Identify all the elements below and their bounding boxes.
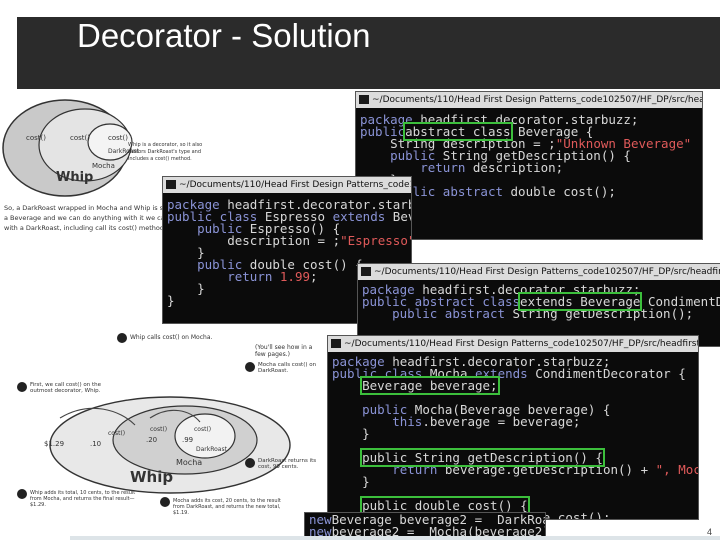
cost-label: cost() <box>26 134 46 142</box>
window-title-path: ~/Documents/110/Head First Design Patter… <box>163 177 411 193</box>
terminal-icon <box>361 267 371 276</box>
code-line: public abstract String getDescription(); <box>392 306 694 321</box>
whip-note: includes a cost() method. <box>128 156 192 162</box>
code-window-mocha: ~/Documents/110/Head First Design Patter… <box>327 335 699 520</box>
code-window-usage: newBeverage beverage2 = DarkRoast();newb… <box>304 512 546 538</box>
cost-label: cost() <box>108 134 128 142</box>
whip-note: Whip is a decorator, so it also <box>128 142 203 148</box>
aside-note: (You'll see how in a few pages.) <box>255 344 313 358</box>
cost-label: cost() <box>194 426 212 433</box>
ring-label-mocha: Mocha <box>176 458 203 467</box>
ring-label-mocha: Mocha <box>92 162 115 170</box>
amount-mocha: .20 <box>146 436 158 444</box>
amount-whip: .10 <box>90 440 102 448</box>
sketch-top: cost() cost() cost() DarkRoast Mocha Whi… <box>0 90 202 240</box>
caption-line: with a DarkRoast, including call its cos… <box>4 224 167 232</box>
terminal-icon <box>331 339 341 348</box>
code-line: return description; <box>420 160 564 175</box>
code-block: package headfirst.decorator.starbuzz;pub… <box>362 283 720 321</box>
code-block: newBeverage beverage2 = DarkRoast();newb… <box>309 513 545 537</box>
terminal-icon <box>166 180 176 189</box>
step-text: Mocha adds its cost, 20 cents, to the re… <box>173 498 281 516</box>
sketch-bottom: First, we call cost() on the outmost dec… <box>0 330 330 530</box>
ring-label-whip: Whip <box>56 170 94 185</box>
code-block: package headfirst.decorator.starbuzz;pub… <box>332 355 699 519</box>
step-text: DarkRoast returns its cost, 99 cents. <box>258 458 317 470</box>
code-line: } <box>332 474 370 489</box>
step-text: Mocha calls cost() on DarkRoast. <box>258 362 317 374</box>
cost-label: cost() <box>108 430 126 437</box>
cost-label: cost() <box>150 426 168 433</box>
amount-darkroast: .99 <box>182 436 194 444</box>
footer-line <box>70 536 720 540</box>
caption-line: So, a DarkRoast wrapped in Mocha and Whi… <box>4 204 172 212</box>
code-line: this.beverage = beverage; <box>392 414 581 429</box>
window-title-path: ~/Documents/110/Head First Design Patter… <box>356 92 702 108</box>
caption-line: a Beverage and we can do anything with i… <box>4 214 180 222</box>
amount-total: $1.29 <box>44 440 65 448</box>
code-line: } <box>332 426 370 441</box>
code-line: return beverage.getDescription() + ", Mo… <box>392 462 699 477</box>
page-number: 4 <box>707 527 713 537</box>
step-text: Whip calls cost() on Mocha. <box>130 334 213 341</box>
cost-label: cost() <box>70 134 90 142</box>
window-title-path: ~/Documents/110/Head First Design Patter… <box>358 264 720 280</box>
step-text: First, we call cost() on the outmost dec… <box>30 382 101 394</box>
slide-title: Decorator - Solution <box>77 17 371 54</box>
window-title-path: ~/Documents/110/Head First Design Patter… <box>328 336 698 352</box>
whip-note: mirrors DarkRoast's type and <box>128 149 202 155</box>
ring-label-whip: Whip <box>130 468 174 486</box>
step-text: Whip adds its total, 10 cents, to the re… <box>30 490 136 508</box>
ring-label-darkroast: DarkRoast <box>196 446 227 453</box>
code-line: Beverage beverage; <box>360 376 500 395</box>
terminal-icon <box>359 95 369 104</box>
